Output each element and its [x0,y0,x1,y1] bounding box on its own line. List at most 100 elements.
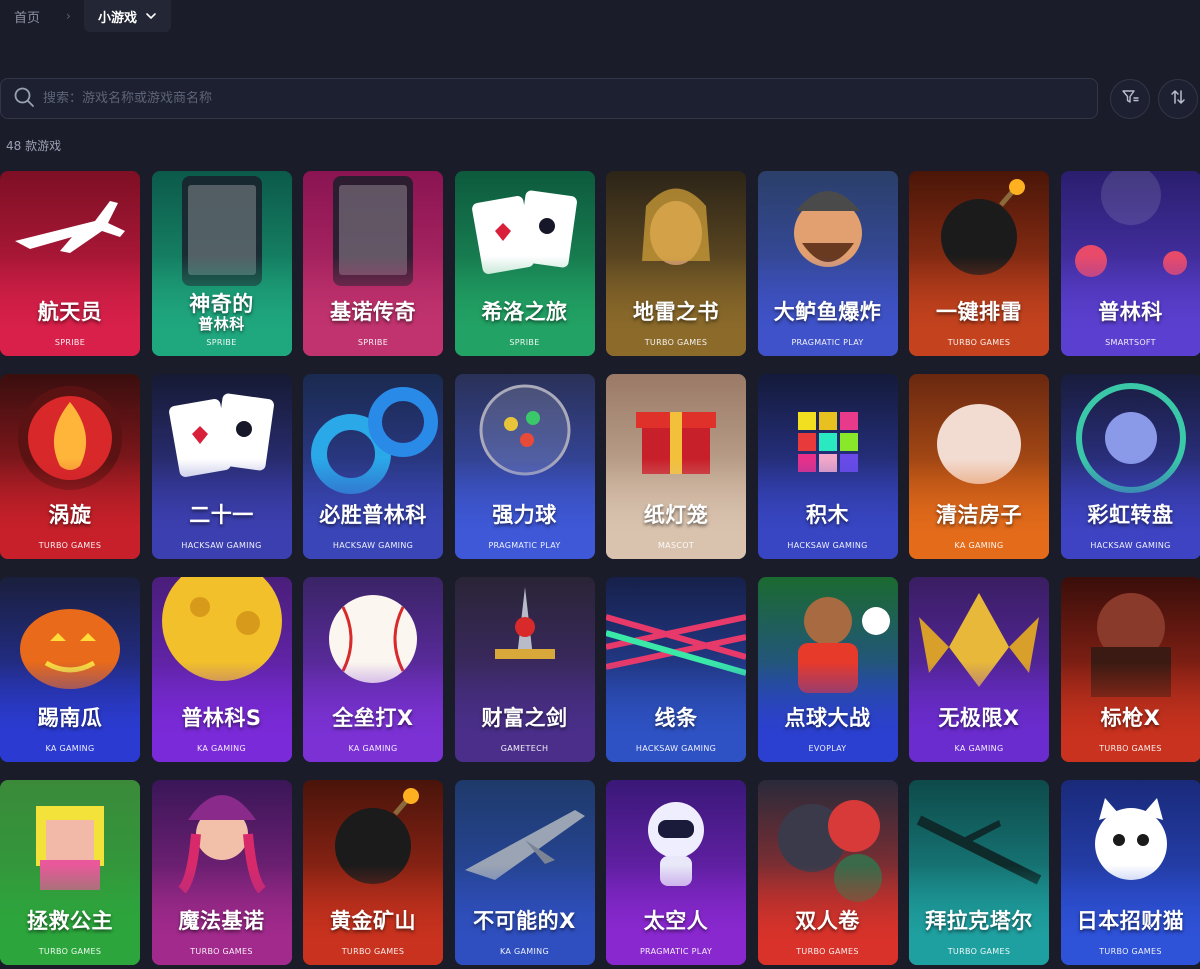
game-title-text: 拯救公主 [27,909,113,933]
game-provider: KA GAMING [954,744,1004,753]
game-card[interactable]: 基诺传奇 SPRIBE [303,171,443,356]
game-title: 魔法基诺 [152,905,292,935]
game-title: 必胜普林科 [303,499,443,529]
game-card[interactable]: 线条 HACKSAW GAMING [606,577,746,762]
game-title: 航天员 [0,296,140,326]
game-title: 地雷之书 [606,296,746,326]
game-title-text: 点球大战 [784,706,871,730]
game-title: 基诺传奇 [303,296,443,326]
game-card[interactable]: 彩虹转盘 HACKSAW GAMING [1060,374,1200,559]
game-title: 二十一 [152,499,292,529]
search-input[interactable] [43,91,943,106]
game-card[interactable]: 涡旋 TURBO GAMES [0,374,140,559]
game-card[interactable]: 不可能的X KA GAMING [454,780,595,965]
game-card[interactable]: 清洁房子 KA GAMING [909,374,1049,559]
game-card[interactable]: 太空人 PRAGMATIC PLAY [606,780,746,965]
game-title: 强力球 [455,499,595,529]
sort-button[interactable] [1158,79,1198,119]
game-card[interactable]: 双人卷 TURBO GAMES [757,780,898,965]
search-bar [0,78,1098,119]
game-provider: TURBO GAMES [38,947,102,956]
game-title-text: 清洁房子 [936,503,1022,527]
game-card[interactable]: 希洛之旅 SPRIBE [454,171,595,356]
game-card[interactable]: 地雷之书 TURBO GAMES [606,171,746,356]
game-provider: TURBO GAMES [947,338,1011,347]
game-card[interactable]: 拜拉克塔尔 TURBO GAMES [909,780,1049,965]
game-title: 点球大战 [758,702,898,732]
game-provider: KA GAMING [45,744,95,753]
game-provider: TURBO GAMES [947,947,1011,956]
game-card[interactable]: 神奇的 普林科 SPRIBE [151,171,292,356]
game-title-text: 强力球 [492,503,557,527]
game-card[interactable]: 黄金矿山 TURBO GAMES [303,780,443,965]
search-icon [13,86,35,112]
game-provider: TURBO GAMES [190,947,253,956]
game-card[interactable]: 魔法基诺 TURBO GAMES [151,780,292,965]
game-provider: TURBO GAMES [1099,947,1162,956]
game-title: 不可能的X [455,905,595,935]
game-provider: EVOPLAY [808,744,847,753]
game-title: 涡旋 [0,499,140,529]
game-provider: TURBO GAMES [38,541,102,550]
game-card[interactable]: 必胜普林科 HACKSAW GAMING [303,374,443,559]
game-title-text: 二十一 [189,503,254,527]
game-title: 日本招财猫 [1061,905,1200,935]
game-title: 一键排雷 [909,296,1049,326]
game-provider: HACKSAW GAMING [181,541,262,550]
game-card[interactable]: 普林科 SMARTSOFT [1060,171,1200,356]
game-title-text: 线条 [654,706,698,730]
game-card[interactable]: 航天员 SPRIBE [0,171,140,356]
game-title-text: 希洛之旅 [481,300,568,324]
game-card[interactable]: 日本招财猫 TURBO GAMES [1060,780,1200,965]
game-card[interactable]: 全垒打X KA GAMING [303,577,443,762]
game-title-text: 地雷之书 [633,300,719,324]
game-card[interactable]: 积木 HACKSAW GAMING [757,374,898,559]
breadcrumb-home-link[interactable]: 首页 [0,7,66,26]
sort-icon [1169,88,1187,110]
game-title-text: 太空人 [643,909,709,933]
game-card[interactable]: 大鲈鱼爆炸 PRAGMATIC PLAY [757,171,898,356]
game-card[interactable]: 强力球 PRAGMATIC PLAY [454,374,595,559]
game-title-text: 日本招财猫 [1076,909,1185,933]
game-provider: TURBO GAMES [796,947,859,956]
game-title: 黄金矿山 [303,905,443,935]
game-card[interactable]: 拯救公主 TURBO GAMES [0,780,140,965]
game-title: 标枪X [1061,702,1200,732]
game-subtitle: 普林科 [198,315,245,333]
game-title-text: 基诺传奇 [330,300,416,324]
game-card[interactable]: 点球大战 EVOPLAY [757,577,898,762]
game-title: 拜拉克塔尔 [909,905,1049,935]
game-title-text: 普林科 [1098,300,1163,324]
game-count: 48 款游戏 [6,139,62,153]
game-grid: 航天员 SPRIBE 神奇的 普林科 SPRIBE 基诺传奇 SPRIBE 希洛之旅 SPRIB… [0,171,1200,965]
game-card[interactable]: 纸灯笼 MASCOT [606,374,746,559]
game-title-text: 全垒打X [332,706,414,730]
game-title-text: 踢南瓜 [37,706,103,730]
game-card[interactable]: 标枪X TURBO GAMES [1060,577,1200,762]
game-title: 太空人 [606,905,746,935]
game-title-text: 涡旋 [48,503,92,527]
breadcrumb-current-dropdown[interactable]: 小游戏 [84,0,172,32]
game-provider: SPRIBE [509,338,540,347]
chevron-down-icon [145,10,157,22]
game-provider: MASCOT [657,541,695,550]
game-title: 无极限X [909,702,1049,732]
game-card[interactable]: 无极限X KA GAMING [909,577,1049,762]
game-title-text: 不可能的X [473,909,576,933]
game-title-text: 标枪X [1100,706,1161,730]
game-provider: SPRIBE [206,338,237,347]
game-card[interactable]: 二十一 HACKSAW GAMING [151,374,292,559]
game-card[interactable]: 踢南瓜 KA GAMING [0,577,140,762]
game-title-text: 魔法基诺 [178,909,265,933]
game-provider: KA GAMING [348,744,398,753]
game-title: 大鲈鱼爆炸 [758,296,898,326]
filter-button[interactable] [1110,79,1150,119]
game-provider: TURBO GAMES [1099,744,1162,753]
game-title-text: 无极限X [938,706,1020,730]
game-title: 纸灯笼 [606,499,746,529]
game-card[interactable]: 普林科S KA GAMING [151,577,292,762]
game-title: 神奇的 普林科 [152,294,292,334]
game-card[interactable]: 一键排雷 TURBO GAMES [909,171,1049,356]
game-title: 财富之剑 [455,702,595,732]
game-card[interactable]: 财富之剑 GAMETECH [454,577,595,762]
